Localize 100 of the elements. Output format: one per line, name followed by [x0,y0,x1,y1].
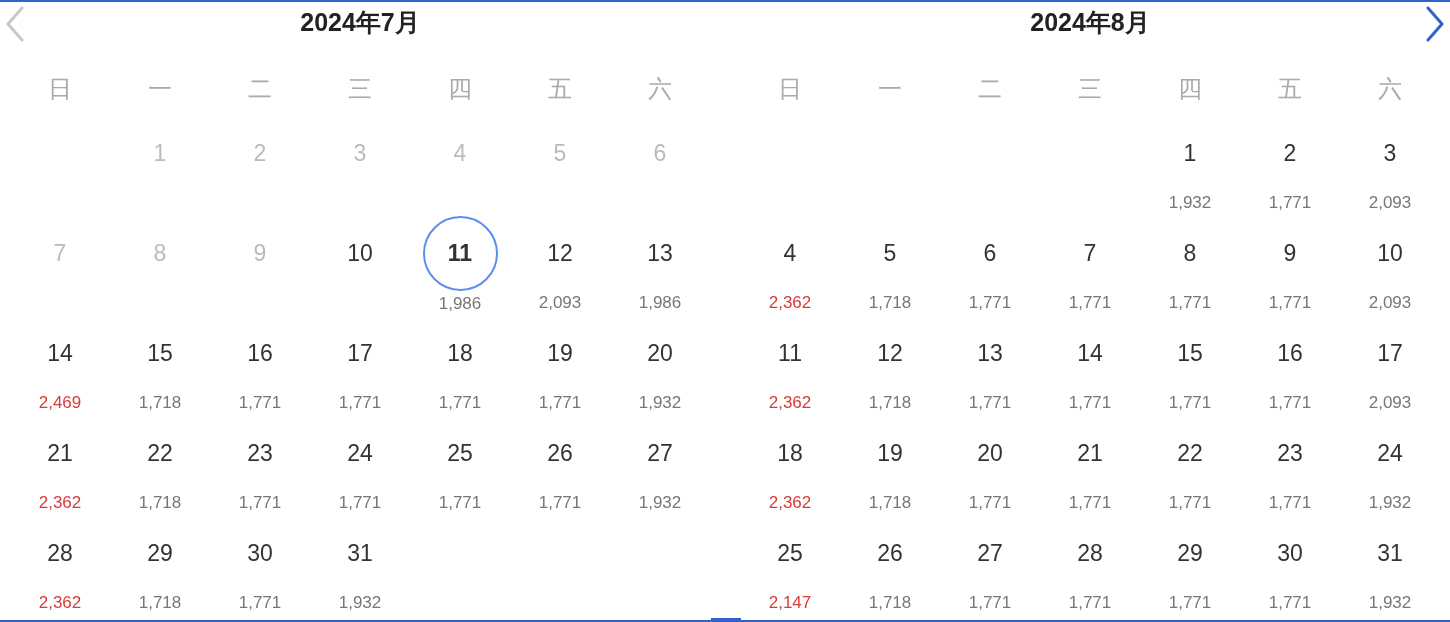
day-price: 2,093 [1368,393,1412,413]
day-number[interactable]: 2 [1283,138,1297,168]
day-number: 8 [153,239,167,268]
day-number[interactable]: 1 [1183,138,1197,168]
weekday-label: 二 [978,74,1002,104]
day-number[interactable]: 10 [347,238,373,268]
day-price: 1,771 [1268,593,1312,613]
day-number[interactable]: 13 [977,338,1003,368]
day-number[interactable]: 31 [347,538,373,568]
day-price: 1,718 [138,593,182,613]
day-number[interactable]: 18 [777,438,803,468]
day-number[interactable]: 24 [347,438,373,468]
day-number[interactable]: 30 [1277,538,1303,568]
day-number[interactable]: 28 [1077,538,1103,568]
day-number[interactable]: 3 [1383,138,1397,168]
day-price: 1,932 [638,493,682,513]
month-title: 2024年8月 [1030,7,1150,38]
day-price: 2,093 [1368,293,1412,313]
day-number[interactable]: 4 [783,238,797,268]
day-number: 9 [253,239,267,268]
day-number[interactable]: 8 [1183,238,1197,268]
day-number[interactable]: 30 [247,538,273,568]
weekday-label: 一 [878,74,902,104]
day-number[interactable]: 20 [647,338,673,368]
day-number[interactable]: 24 [1377,438,1403,468]
day-price: 1,771 [968,293,1012,313]
day-number[interactable]: 27 [977,538,1003,568]
day-number[interactable]: 25 [447,438,473,468]
weekday-label: 一 [148,74,172,104]
day-number[interactable]: 14 [47,338,73,368]
day-price: 1,771 [338,493,382,513]
day-number[interactable]: 20 [977,438,1003,468]
day-number[interactable]: 5 [883,238,897,268]
day-price: 1,986 [638,293,682,313]
day-number[interactable]: 26 [877,538,903,568]
weekday-label: 五 [1278,74,1302,104]
day-price: 2,469 [38,393,82,413]
day-price: 1,718 [868,493,912,513]
day-number[interactable]: 26 [547,438,573,468]
day-number[interactable]: 23 [1277,438,1303,468]
day-price: 1,771 [238,393,282,413]
day-price: 2,362 [768,293,812,313]
day-number[interactable]: 17 [347,338,373,368]
day-number[interactable]: 16 [1277,338,1303,368]
day-number[interactable]: 12 [547,238,573,268]
day-number[interactable]: 22 [147,438,173,468]
day-number[interactable]: 16 [247,338,273,368]
day-number[interactable]: 29 [147,538,173,568]
weekday-label: 三 [1078,74,1102,104]
day-price: 1,771 [338,393,382,413]
day-number[interactable]: 11 [778,338,802,368]
day-number[interactable]: 10 [1377,238,1403,268]
day-number[interactable]: 15 [1177,338,1203,368]
day-number: 7 [53,239,67,268]
day-price: 2,362 [768,393,812,413]
day-price: 2,093 [1368,193,1412,213]
day-number[interactable]: 13 [647,238,673,268]
day-number[interactable]: 23 [247,438,273,468]
day-number[interactable]: 19 [877,438,903,468]
day-price: 1,771 [438,393,482,413]
day-number[interactable]: 19 [547,338,573,368]
day-price: 1,771 [1268,393,1312,413]
day-number: 6 [653,139,667,168]
day-number[interactable]: 14 [1077,338,1103,368]
day-price: 1,932 [338,593,382,613]
selected-day-number[interactable]: 11 [422,216,498,291]
day-price: 1,771 [1268,293,1312,313]
day-price: 1,771 [238,493,282,513]
day-number[interactable]: 7 [1083,238,1097,268]
weekday-label: 日 [778,74,802,104]
weekday-label: 四 [1178,74,1202,104]
weekday-label: 六 [1378,74,1402,104]
day-number[interactable]: 27 [647,438,673,468]
day-number[interactable]: 17 [1377,338,1403,368]
day-price: 1,771 [1068,593,1112,613]
day-number[interactable]: 9 [1283,238,1297,268]
day-price: 2,147 [768,593,812,613]
weekday-label: 六 [648,74,672,104]
day-price: 2,362 [38,493,82,513]
day-price: 1,718 [868,393,912,413]
day-price: 1,771 [1268,493,1312,513]
day-number[interactable]: 22 [1177,438,1203,468]
day-number[interactable]: 31 [1377,538,1403,568]
day-number[interactable]: 21 [47,438,73,468]
day-number[interactable]: 25 [777,538,803,568]
day-number[interactable]: 29 [1177,538,1203,568]
day-price: 1,771 [538,393,582,413]
day-number[interactable]: 12 [877,338,903,368]
day-price: 1,718 [138,493,182,513]
day-number[interactable]: 15 [147,338,173,368]
day-price: 1,771 [1068,393,1112,413]
day-price: 1,771 [1168,393,1212,413]
day-number[interactable]: 6 [983,238,997,268]
day-price: 1,932 [638,393,682,413]
day-number[interactable]: 18 [447,338,473,368]
day-price: 1,771 [1068,493,1112,513]
day-price: 1,771 [538,493,582,513]
day-price: 1,932 [1368,493,1412,513]
day-number[interactable]: 21 [1077,438,1103,468]
day-number[interactable]: 28 [47,538,73,568]
